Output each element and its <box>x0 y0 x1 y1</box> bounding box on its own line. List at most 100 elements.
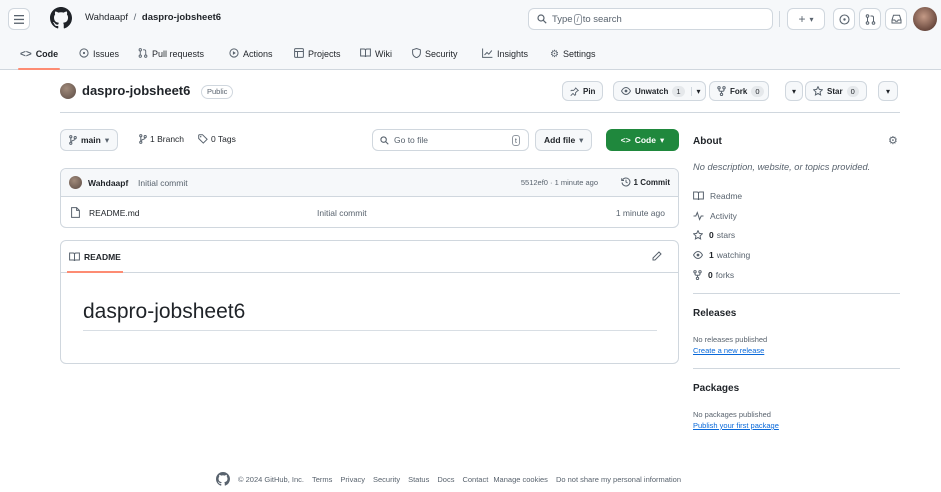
gear-icon[interactable]: ⚙ <box>888 134 898 147</box>
eye-icon <box>621 87 631 95</box>
search-input[interactable]: Type / to search <box>528 8 773 30</box>
go-to-file-input[interactable]: Go to file t <box>372 129 529 151</box>
packages-heading[interactable]: Packages <box>693 383 739 394</box>
branches-count: 1 Branch <box>150 134 185 144</box>
file-commit-message[interactable]: Initial commit <box>317 208 367 218</box>
footer-link-do-not-share[interactable]: Do not share my personal information <box>556 475 681 484</box>
shield-icon <box>412 47 421 61</box>
branches-link[interactable]: 1 Branch <box>139 134 184 144</box>
publish-package-link[interactable]: Publish your first package <box>693 421 779 430</box>
file-row[interactable]: README.md Initial commit 1 minute ago <box>61 197 678 227</box>
repo-name[interactable]: daspro-jobsheet6 <box>82 83 190 98</box>
repo-header-divider <box>60 112 900 113</box>
chevron-down-icon: ▾ <box>809 14 814 24</box>
eye-icon <box>693 251 703 259</box>
commits-count: 1 Commit <box>633 177 670 187</box>
footer-link-privacy[interactable]: Privacy <box>340 475 365 484</box>
fork-count: 0 <box>751 85 764 97</box>
watching-count: 1 <box>709 250 714 260</box>
commit-message[interactable]: Initial commit <box>138 178 188 188</box>
search-suffix: to search <box>582 13 622 25</box>
about-readme-link[interactable]: Readme <box>693 191 742 201</box>
commit-author[interactable]: Wahdaapf <box>88 178 128 188</box>
readme-panel: README daspro-jobsheet6 <box>60 240 679 364</box>
tab-issues[interactable]: Issues <box>79 38 119 70</box>
footer-link-status[interactable]: Status <box>408 475 429 484</box>
commit-author-avatar[interactable] <box>69 176 82 189</box>
branch-selector[interactable]: main ▾ <box>60 129 119 151</box>
fork-dropdown-button[interactable]: ▾ <box>785 81 804 101</box>
forks-count: 0 <box>708 270 713 280</box>
tab-code[interactable]: <> Code <box>17 38 61 70</box>
visibility-badge: Public <box>201 85 234 99</box>
pin-button[interactable]: Pin <box>562 81 604 101</box>
tab-settings[interactable]: ⚙ Settings <box>550 38 596 70</box>
issues-button[interactable] <box>833 8 855 30</box>
pencil-icon[interactable] <box>652 251 662 261</box>
about-activity-link[interactable]: Activity <box>693 211 737 221</box>
owner-avatar[interactable] <box>60 83 76 99</box>
tab-security-label: Security <box>425 49 458 59</box>
menu-button[interactable] <box>8 8 30 30</box>
tab-actions-label: Actions <box>243 49 273 59</box>
inbox-button[interactable] <box>885 8 907 30</box>
code-icon: <> <box>20 48 32 60</box>
add-file-button[interactable]: Add file ▾ <box>535 129 593 151</box>
tab-insights[interactable]: Insights <box>482 38 528 70</box>
footer-link-contact[interactable]: Contact <box>462 475 488 484</box>
search-icon <box>380 135 389 145</box>
pull-request-icon <box>865 13 876 25</box>
packages-text: No packages published <box>693 410 771 419</box>
header-top-row: Wahdaapf / daspro-jobsheet6 Type / to se… <box>0 0 941 38</box>
releases-heading[interactable]: Releases <box>693 308 736 319</box>
create-new-button[interactable]: + ▾ <box>787 8 825 30</box>
footer-link-manage-cookies[interactable]: Manage cookies <box>493 475 548 484</box>
fork-icon <box>717 86 726 96</box>
breadcrumb-repo[interactable]: daspro-jobsheet6 <box>142 12 221 23</box>
repo-nav-tabs: <> Code Issues Pull requests Actions Pro… <box>0 38 941 70</box>
tab-projects[interactable]: Projects <box>294 38 341 70</box>
fork-icon <box>693 270 702 280</box>
watching-label: watching <box>716 250 751 260</box>
file-name[interactable]: README.md <box>89 208 140 218</box>
tab-projects-label: Projects <box>308 49 341 59</box>
watch-count: 1 <box>672 85 685 97</box>
search-icon <box>537 14 547 24</box>
pin-icon <box>570 86 579 96</box>
tab-pull-requests[interactable]: Pull requests <box>138 38 204 70</box>
footer-link-docs[interactable]: Docs <box>437 475 454 484</box>
star-dropdown-button[interactable]: ▾ <box>878 81 899 101</box>
tags-link[interactable]: 0 Tags <box>198 134 236 144</box>
tab-wiki[interactable]: Wiki <box>360 38 392 70</box>
star-count: 0 <box>846 85 859 97</box>
unwatch-button[interactable]: Unwatch 1 ▾ <box>613 81 706 101</box>
code-button[interactable]: <> Code ▾ <box>606 129 679 151</box>
github-logo-icon[interactable] <box>50 7 72 29</box>
about-description: No description, website, or topics provi… <box>693 162 871 172</box>
unwatch-label: Unwatch <box>635 86 669 96</box>
header-divider <box>779 11 780 27</box>
about-watching-link[interactable]: 1 watching <box>693 250 750 260</box>
branch-icon <box>139 134 147 144</box>
breadcrumb-owner[interactable]: Wahdaapf <box>85 12 128 23</box>
readme-title: daspro-jobsheet6 <box>83 300 246 323</box>
about-forks-link[interactable]: 0 forks <box>693 270 734 280</box>
graph-icon <box>482 48 493 61</box>
fork-button[interactable]: Fork 0 <box>709 81 769 101</box>
github-logo-icon[interactable] <box>216 472 230 486</box>
readme-tab[interactable]: README <box>67 252 123 273</box>
star-button[interactable]: Star 0 <box>805 81 867 101</box>
tab-security[interactable]: Security <box>412 38 458 70</box>
footer-link-security[interactable]: Security <box>373 475 400 484</box>
commit-meta[interactable]: 5512ef0 · 1 minute ago <box>521 178 598 187</box>
repo-header: daspro-jobsheet6 Public Pin Unwatch 1 ▾ … <box>60 78 900 110</box>
about-activity-label: Activity <box>710 211 737 221</box>
footer-link-terms[interactable]: Terms <box>312 475 332 484</box>
about-stars-link[interactable]: 0 stars <box>693 230 735 240</box>
user-avatar[interactable] <box>913 7 937 31</box>
pull-requests-button[interactable] <box>859 8 881 30</box>
book-icon <box>69 252 80 262</box>
commits-link[interactable]: 1 Commit <box>620 177 670 187</box>
tab-actions[interactable]: Actions <box>229 38 273 70</box>
create-release-link[interactable]: Create a new release <box>693 346 764 355</box>
